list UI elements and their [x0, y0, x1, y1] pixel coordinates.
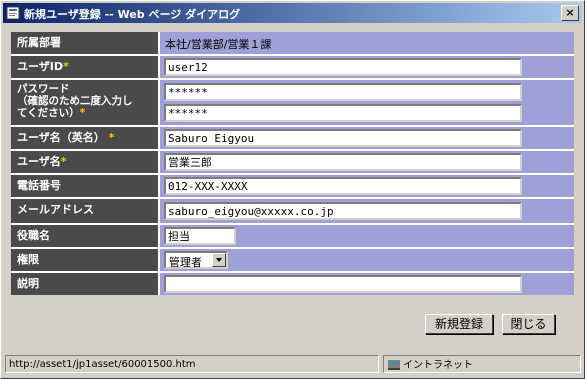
user-id-label: ユーザID* [11, 56, 158, 78]
user-id-row: ユーザID* [11, 56, 574, 78]
password-confirm-input[interactable] [164, 104, 522, 122]
user-name-en-row: ユーザ名（英名） * [11, 127, 574, 149]
user-name-input[interactable] [164, 153, 522, 171]
user-name-row: ユーザ名* [11, 151, 574, 173]
role-select[interactable]: 管理者 [164, 251, 228, 269]
email-label: メールアドレス [11, 199, 158, 223]
password-row: パスワード （確認のため二度入力し てください）* [11, 80, 574, 125]
title-bar: 新規ユーザ登録 -- Web ページ ダイアログ × [3, 3, 582, 23]
user-registration-form: 所属部署 本社/営業部/営業１課 ユーザID* パスワード （確認のため二度入力… [11, 32, 574, 295]
department-row: 所属部署 本社/営業部/営業１課 [11, 32, 574, 54]
job-title-input[interactable] [164, 227, 236, 245]
user-name-en-label: ユーザ名（英名） * [11, 127, 158, 149]
user-id-input[interactable] [164, 58, 522, 76]
description-input[interactable] [164, 275, 522, 293]
required-star-icon: * [79, 107, 86, 119]
dialog-window: 新規ユーザ登録 -- Web ページ ダイアログ × 所属部署 本社/営業部/営… [0, 0, 585, 379]
role-row: 権限 管理者 [11, 249, 574, 271]
chevron-down-icon[interactable] [212, 253, 226, 267]
required-star-icon: * [60, 155, 67, 168]
email-row: メールアドレス [11, 199, 574, 223]
close-button[interactable]: 閉じる [502, 314, 555, 334]
email-input[interactable] [164, 202, 522, 220]
department-label: 所属部署 [11, 32, 158, 54]
intranet-icon [388, 360, 400, 370]
window-title: 新規ユーザ登録 -- Web ページ ダイアログ [24, 8, 241, 21]
job-title-label: 役職名 [11, 225, 158, 247]
ie-page-icon [6, 6, 20, 20]
required-star-icon: * [63, 60, 69, 73]
status-zone: イントラネット [383, 355, 581, 373]
phone-row: 電話番号 [11, 175, 574, 197]
description-row: 説明 [11, 273, 574, 295]
department-value: 本社/営業部/営業１課 [165, 38, 272, 51]
role-selected-value: 管理者 [169, 256, 202, 269]
phone-label: 電話番号 [11, 175, 158, 197]
password-label: パスワード （確認のため二度入力し てください）* [11, 80, 158, 125]
close-window-button[interactable]: × [561, 5, 579, 21]
user-name-label: ユーザ名* [11, 151, 158, 173]
job-title-row: 役職名 [11, 225, 574, 247]
status-url: http://asset1/jp1asset/60001500.htm [5, 355, 379, 373]
user-name-en-input[interactable] [164, 129, 522, 147]
required-star-icon: * [108, 131, 115, 144]
phone-input[interactable] [164, 177, 522, 195]
role-label: 権限 [11, 249, 158, 271]
status-bar: http://asset1/jp1asset/60001500.htm イントラ… [3, 355, 582, 375]
password-input[interactable] [164, 83, 522, 101]
register-button[interactable]: 新規登録 [425, 314, 493, 334]
description-label: 説明 [11, 273, 158, 295]
